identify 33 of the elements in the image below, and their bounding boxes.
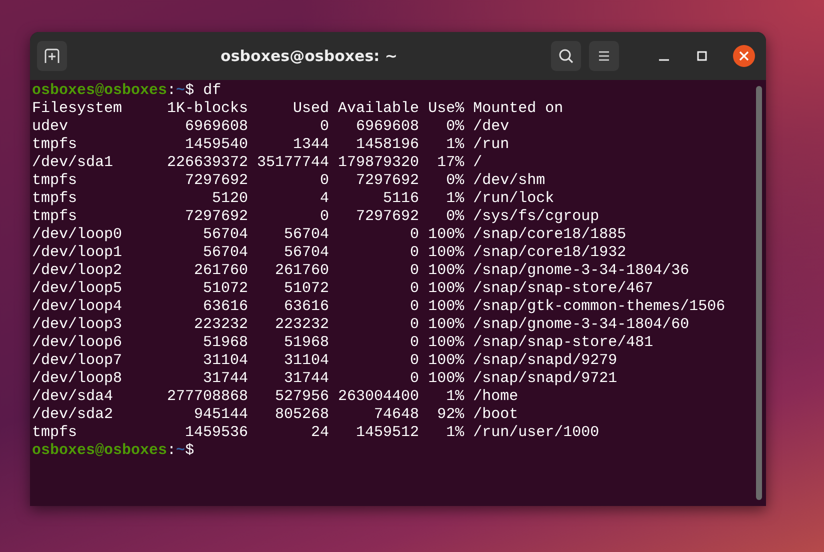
maximize-icon — [697, 51, 707, 61]
output-line: /dev/loop2 261760 261760 0 100% /snap/gnome-3-34-1804/36 — [32, 262, 690, 280]
menu-icon — [598, 50, 610, 62]
new-tab-icon — [44, 48, 60, 64]
output-line: tmpfs 7297692 0 7297692 0% /sys/fs/cgroup — [32, 208, 600, 226]
menu-button[interactable] — [589, 41, 619, 71]
output-line: /dev/sda1 226639372 35177744 179879320 17% / — [32, 154, 482, 172]
output-line: /dev/loop4 63616 63616 0 100% /snap/gtk-common-themes/1506 — [32, 298, 726, 316]
output-line: tmpfs 7297692 0 7297692 0% /dev/shm — [32, 172, 546, 190]
close-icon — [739, 51, 749, 61]
minimize-icon — [659, 59, 669, 61]
close-button[interactable] — [733, 45, 755, 67]
output-line: /dev/loop1 56704 56704 0 100% /snap/core18/1932 — [32, 244, 626, 262]
output-line: /dev/loop5 51072 51072 0 100% /snap/snap-store/467 — [32, 280, 654, 298]
output-line: /dev/loop6 51968 51968 0 100% /snap/snap-store/481 — [32, 334, 654, 352]
output-line: /dev/loop7 31104 31104 0 100% /snap/snapd/9279 — [32, 352, 618, 370]
prompt-line: osboxes@osboxes:~$ df — [32, 82, 222, 100]
output-line: tmpfs 1459536 24 1459512 1% /run/user/1000 — [32, 424, 600, 442]
scrollbar[interactable] — [756, 86, 762, 500]
prompt-line: osboxes@osboxes:~$ — [32, 442, 194, 460]
output-line: /dev/sda4 277708868 527956 263004400 1% /home — [32, 388, 518, 406]
output-line: /dev/loop3 223232 223232 0 100% /snap/gnome-3-34-1804/60 — [32, 316, 690, 334]
output-line: /dev/loop0 56704 56704 0 100% /snap/core18/1885 — [32, 226, 626, 244]
search-icon — [558, 48, 574, 64]
window-title: osboxes@osboxes: ~ — [220, 46, 398, 67]
output-line: /dev/loop8 31744 31744 0 100% /snap/snapd/9721 — [32, 370, 618, 388]
output-line: Filesystem 1K-blocks Used Available Use% Mounted on — [32, 100, 564, 118]
output-line: /dev/sda2 945144 805268 74648 92% /boot — [32, 406, 518, 424]
output-line: udev 6969608 0 6969608 0% /dev — [32, 118, 510, 136]
output-line: tmpfs 5120 4 5116 1% /run/lock — [32, 190, 554, 208]
search-button[interactable] — [551, 41, 581, 71]
new-tab-button[interactable] — [37, 41, 67, 71]
output-line: tmpfs 1459540 1344 1458196 1% /run — [32, 136, 510, 154]
